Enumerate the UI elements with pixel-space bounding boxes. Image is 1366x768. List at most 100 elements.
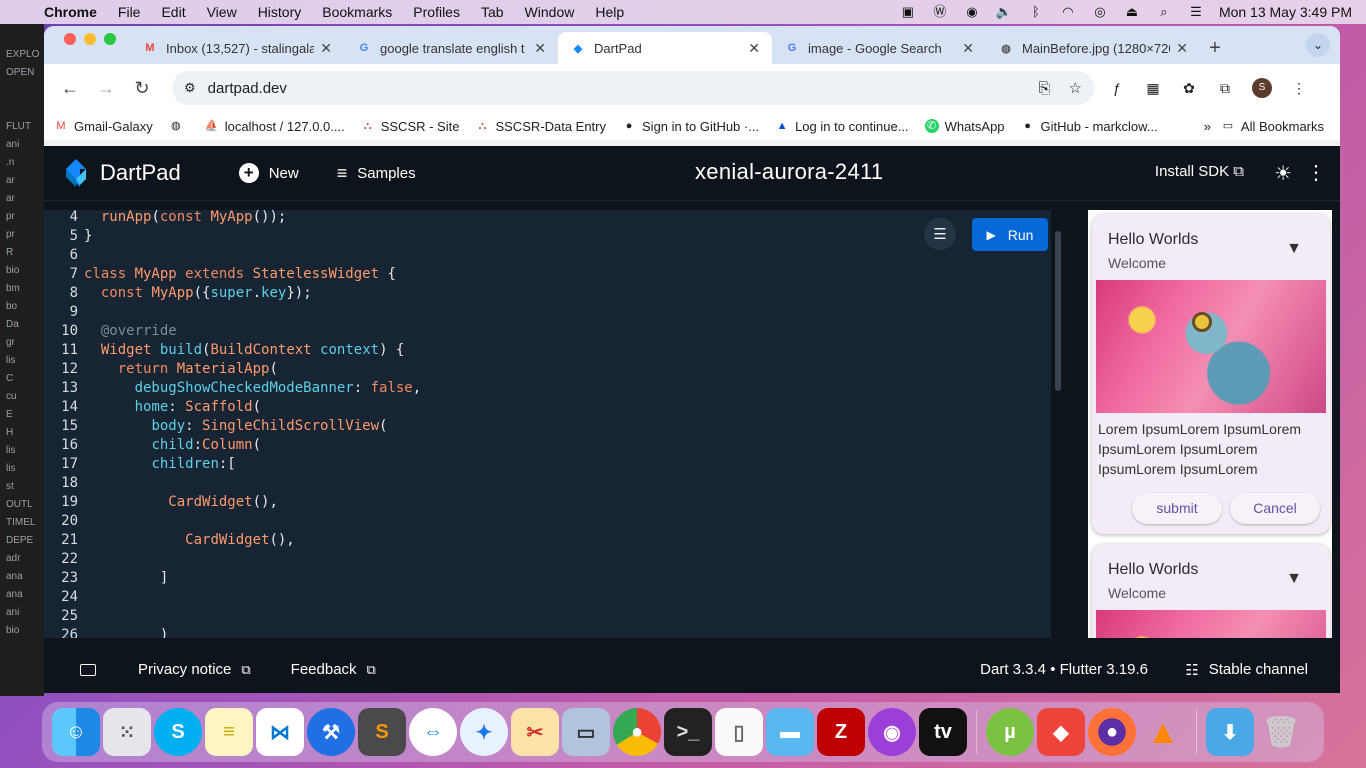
screen-record-icon[interactable]: ▣ (899, 5, 917, 19)
bookmark-github-markclow[interactable]: ● GitHub - markclow... (1021, 119, 1157, 134)
trash-icon[interactable]: 🗑 (1257, 708, 1305, 756)
back-icon[interactable]: ← (52, 78, 88, 99)
format-code-button[interactable]: ☰ (924, 218, 956, 250)
menu-help[interactable]: Help (595, 4, 624, 20)
preview-tool-icon[interactable]: ✂ (511, 708, 559, 756)
tab-gmail[interactable]: M Inbox (13,527) - stalingala ✕ (130, 32, 344, 64)
control-center-icon[interactable]: ☰ (1187, 5, 1205, 19)
calendar-extension-icon[interactable]: ▦ (1144, 80, 1162, 97)
bookmark-sscsr-site[interactable]: ⛬ SSCSR - Site (361, 119, 460, 134)
menu-app-name[interactable]: Chrome (44, 4, 97, 20)
color-extension-icon[interactable]: ✿ (1180, 80, 1198, 97)
submit-button[interactable]: submit (1132, 493, 1222, 524)
notes-icon[interactable]: ≡ (205, 708, 253, 756)
menu-window[interactable]: Window (525, 4, 575, 20)
xcode-icon[interactable]: ⚒ (307, 708, 355, 756)
close-tab-icon[interactable]: ✕ (320, 40, 332, 57)
bookmarks-overflow-button[interactable]: » (1204, 119, 1211, 134)
forward-icon[interactable]: → (88, 78, 124, 99)
editor-scrollbar[interactable] (1055, 231, 1061, 391)
theme-toggle-icon[interactable]: ☀ (1274, 161, 1292, 186)
textedit-icon[interactable]: ▯ (715, 708, 763, 756)
cancel-button[interactable]: Cancel (1230, 493, 1320, 524)
appletv-icon[interactable]: tv (919, 708, 967, 756)
bookmark-whatsapp[interactable]: ✆ WhatsApp (924, 119, 1005, 134)
wordpress-icon[interactable]: Ⓦ (931, 5, 949, 19)
maximize-window-icon[interactable] (104, 33, 116, 45)
new-button[interactable]: + New (238, 163, 299, 183)
bookmark-globe[interactable]: ◍ (169, 119, 189, 133)
puzzle-extensions-icon[interactable]: ⧉ (1216, 80, 1234, 97)
chrome-menu-icon[interactable]: ⋮ (1290, 80, 1308, 97)
clock[interactable]: Mon 13 May 3:49 PM (1219, 4, 1352, 20)
keyboard-icon[interactable] (80, 663, 96, 676)
bookmark-atlassian[interactable]: ▲ Log in to continue... (775, 119, 909, 134)
all-bookmarks-button[interactable]: ▭ All Bookmarks (1221, 119, 1324, 134)
menu-tab[interactable]: Tab (481, 4, 504, 20)
menu-edit[interactable]: Edit (161, 4, 185, 20)
more-menu-icon[interactable]: ⋮ (1306, 160, 1326, 185)
close-tab-icon[interactable]: ✕ (534, 40, 546, 57)
install-sdk-link[interactable]: Install SDK ⧉ (1155, 163, 1244, 180)
menu-history[interactable]: History (258, 4, 302, 20)
chrome-icon[interactable]: ● (613, 708, 661, 756)
bookmark-localhost[interactable]: ⛵ localhost / 127.0.0.... (205, 119, 345, 134)
tab-search-button[interactable]: ⌄ (1306, 33, 1330, 57)
menu-profiles[interactable]: Profiles (413, 4, 460, 20)
channel-selector[interactable]: ☷ Stable channel (1185, 661, 1308, 679)
skype-icon[interactable]: S (154, 708, 202, 756)
menu-view[interactable]: View (207, 4, 237, 20)
firefox-icon[interactable]: ● (1088, 708, 1136, 756)
close-tab-icon[interactable]: ✕ (1176, 40, 1188, 57)
privacy-notice-link[interactable]: Privacy notice ⧉ (138, 661, 251, 678)
bluetooth-icon[interactable]: ᛒ (1027, 5, 1045, 19)
site-info-icon[interactable]: ⚙ (184, 80, 196, 96)
tab-google-search[interactable]: G image - Google Search ✕ (772, 32, 986, 64)
sublime-icon[interactable]: S (358, 708, 406, 756)
downloads-folder-icon[interactable]: ⬇ (1206, 708, 1254, 756)
new-tab-button[interactable]: + (1200, 32, 1230, 64)
bookmark-sscsr-data-entry[interactable]: ⛬ SSCSR-Data Entry (475, 119, 606, 134)
menu-bookmarks[interactable]: Bookmarks (322, 4, 392, 20)
split-divider[interactable] (1074, 201, 1088, 638)
wifi-icon[interactable]: ◠ (1059, 5, 1077, 19)
eject-icon[interactable]: ⏏ (1123, 5, 1141, 19)
install-app-icon[interactable]: ⎘ (1039, 80, 1051, 97)
feedback-link[interactable]: Feedback ⧉ (291, 661, 376, 678)
bookmark-github-signin[interactable]: ● Sign in to GitHub ·... (622, 119, 759, 134)
font-extension-icon[interactable]: ƒ (1108, 80, 1126, 96)
volume-icon[interactable]: 🔈 (995, 5, 1013, 19)
profile-avatar[interactable]: S (1252, 78, 1272, 98)
vscode-icon[interactable]: ⋈ (256, 708, 304, 756)
vlc-icon[interactable]: ▲ (1139, 708, 1187, 756)
address-bar[interactable]: ⚙ dartpad.dev ⎘ ☆ (172, 71, 1094, 105)
search-icon[interactable]: ⌕ (1155, 5, 1173, 19)
bookmark-star-icon[interactable]: ☆ (1069, 79, 1082, 97)
bookmark-gmail-galaxy[interactable]: M Gmail-Galaxy (54, 119, 152, 134)
tab-google-translate[interactable]: G google translate english t ✕ (344, 32, 558, 64)
anydesk-icon[interactable]: ◆ (1037, 708, 1085, 756)
reload-icon[interactable]: ↻ (124, 78, 160, 99)
url-text[interactable]: dartpad.dev (208, 80, 1021, 97)
files-folder-icon[interactable]: ▬ (766, 708, 814, 756)
utorrent-icon[interactable]: µ (986, 708, 1034, 756)
tab-dartpad[interactable]: ◆ DartPad ✕ (558, 32, 772, 64)
menu-file[interactable]: File (118, 4, 141, 20)
user-icon[interactable]: ◎ (1091, 5, 1109, 19)
close-tab-icon[interactable]: ✕ (962, 40, 974, 57)
finder-icon[interactable]: ☺ (52, 708, 100, 756)
close-window-icon[interactable] (64, 33, 76, 45)
terminal-icon[interactable]: >_ (664, 708, 712, 756)
teamviewer-icon[interactable]: ⇔ (409, 708, 457, 756)
filezilla-icon[interactable]: Z (817, 708, 865, 756)
safari-icon[interactable]: ✦ (460, 708, 508, 756)
run-button[interactable]: ▶ Run (972, 218, 1048, 251)
samples-button[interactable]: ≡ Samples (337, 163, 416, 184)
code-editor[interactable]: 4 5 6 7 8 9 10 11 12 13 14 15 16 17 18 1… (44, 210, 1051, 638)
shield-check-icon[interactable]: ◉ (963, 5, 981, 19)
close-tab-icon[interactable]: ✕ (748, 40, 760, 57)
image-capture-icon[interactable]: ▭ (562, 708, 610, 756)
podcasts-icon[interactable]: ◉ (868, 708, 916, 756)
tab-mainbefore[interactable]: ◍ MainBefore.jpg (1280×720 ✕ (986, 32, 1200, 64)
launchpad-icon[interactable]: ⁙ (103, 708, 151, 756)
